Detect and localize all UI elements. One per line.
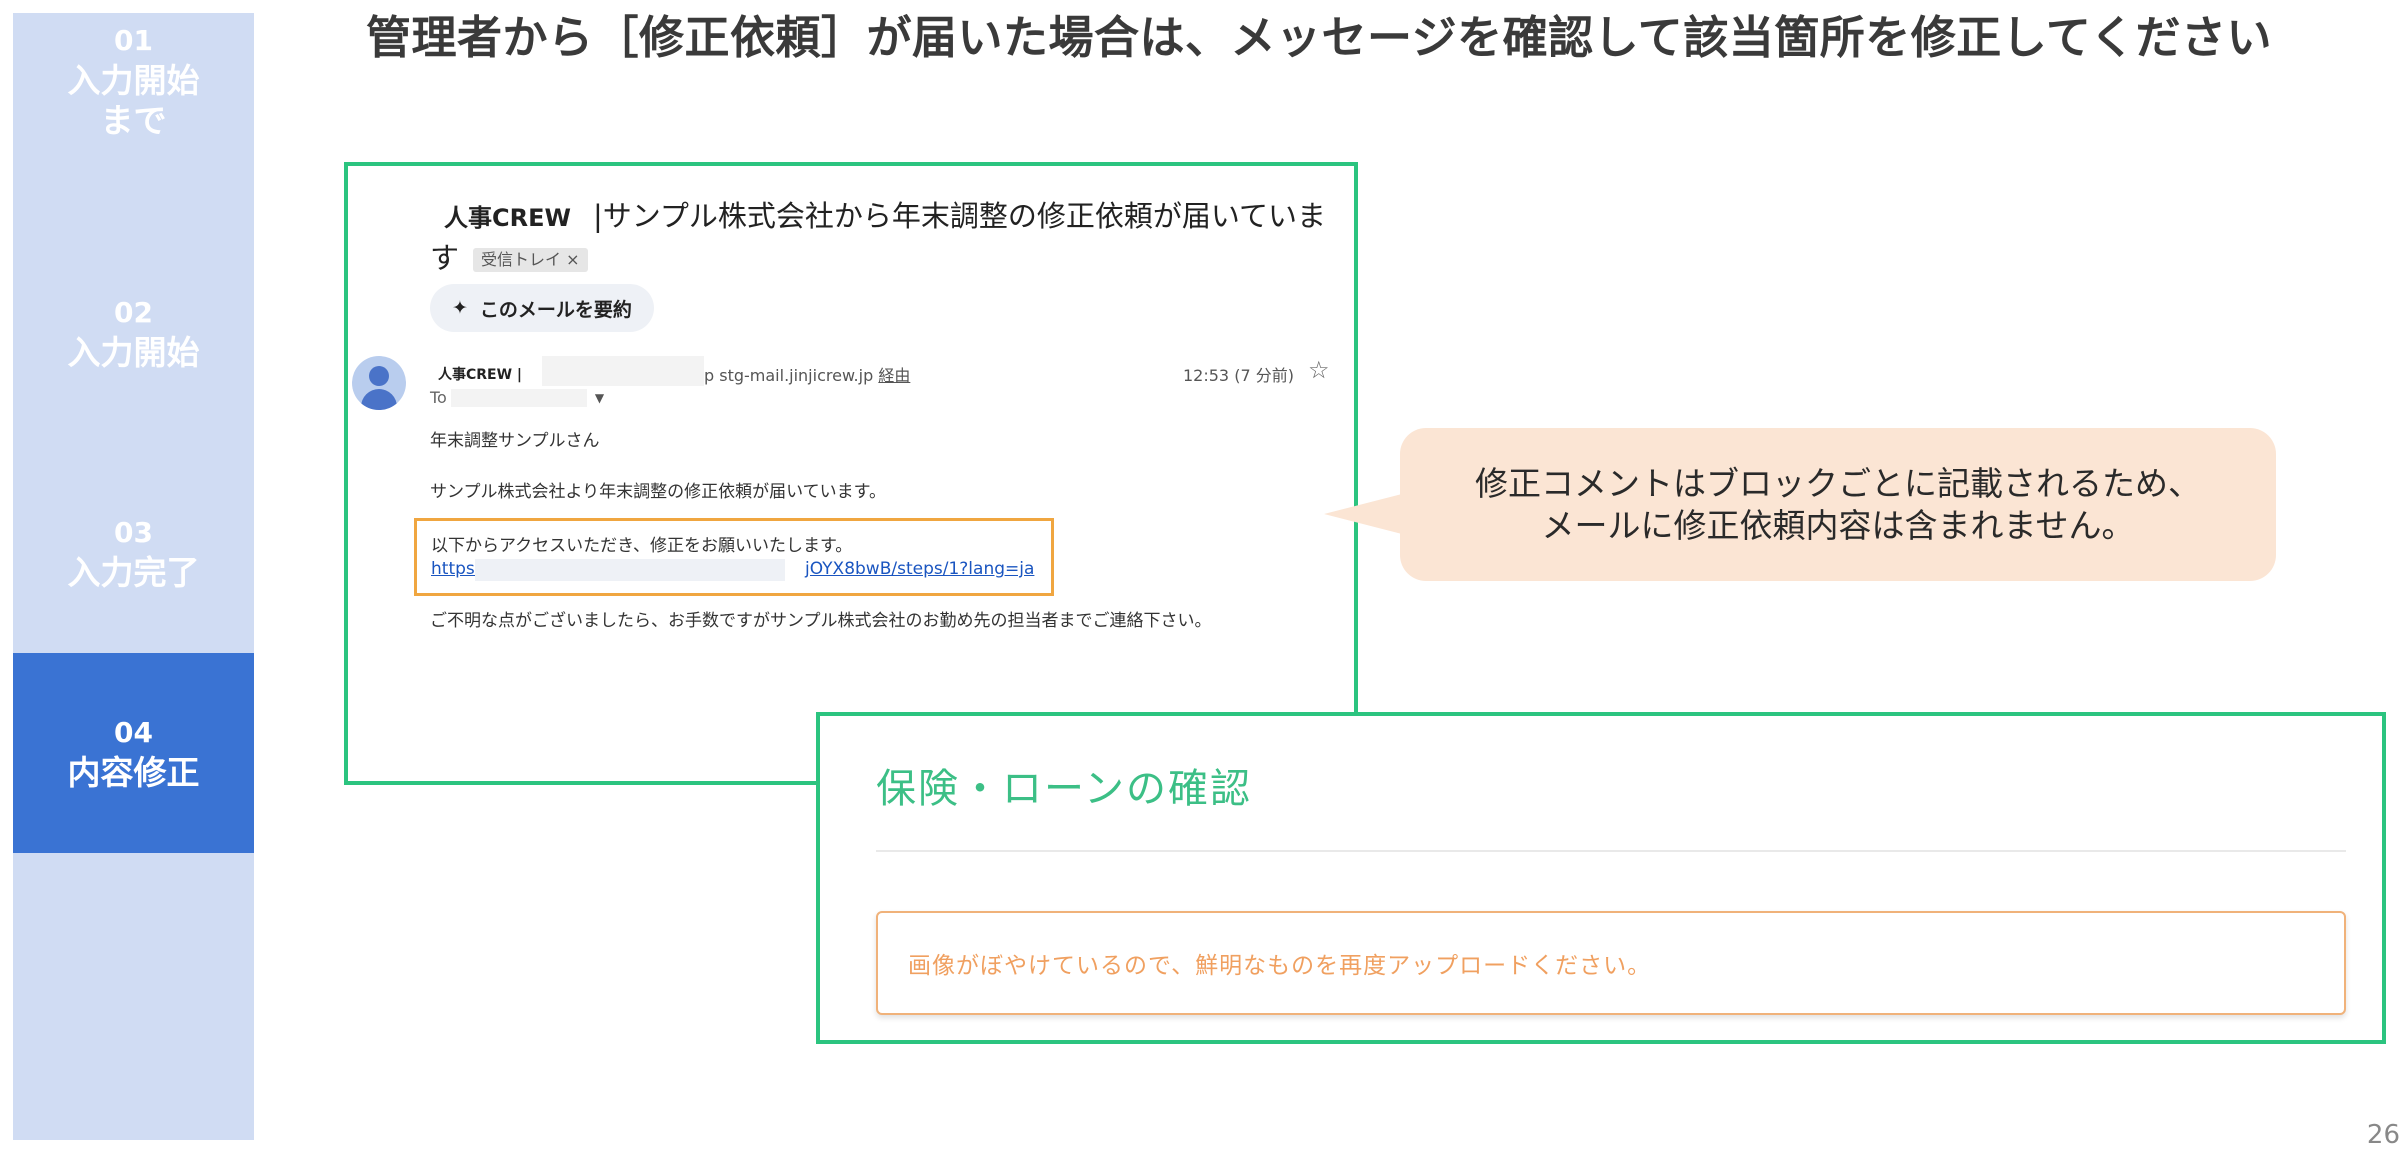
callout-line2: メールに修正依頼内容は含まれません。	[1541, 505, 2135, 545]
section-title: 保険・ローンの確認	[876, 766, 1252, 812]
step-number: 02	[114, 296, 153, 329]
inbox-badge[interactable]: 受信トレイ ×	[473, 248, 588, 272]
step-number: 01	[114, 24, 153, 57]
redacted-url	[475, 559, 785, 581]
summarize-button[interactable]: ✦ このメールを要約	[430, 284, 654, 332]
email-time: 12:53 (7 分前)	[1183, 366, 1294, 385]
via-link[interactable]: 経由	[878, 366, 910, 385]
to-line: To ▼	[430, 388, 604, 407]
step-label: 入力開始	[67, 61, 200, 100]
avatar-body-icon	[361, 389, 397, 410]
step-number: 04	[114, 716, 153, 749]
email-screenshot: 人事CREW |サンプル株式会社から年末調整の修正依頼が届いています 受信トレイ ×…	[344, 162, 1358, 785]
step-number: 03	[114, 516, 153, 549]
sender-name: 人事CREW |	[438, 367, 523, 383]
redacted-sender-address	[542, 356, 704, 386]
page-number: 26	[2366, 1120, 2400, 1150]
sparkle-icon: ✦	[452, 297, 468, 319]
step-02[interactable]: 02 入力開始	[13, 233, 254, 433]
via-domain: p stg-mail.jinjicrew.jp	[704, 366, 874, 385]
email-intro: サンプル株式会社より年末調整の修正依頼が届いています。	[430, 482, 886, 502]
step-04-active[interactable]: 04 内容修正	[13, 653, 254, 853]
summarize-label: このメールを要約	[479, 298, 632, 321]
step-sidebar: 01 入力開始 まで 02 入力開始 03 入力完了 04 内容修正	[13, 13, 254, 1140]
avatar	[352, 356, 406, 410]
link-highlight-box: 以下からアクセスいただき、修正をお願いいたします。 https:// jOYX8…	[414, 518, 1054, 596]
email-subject: 人事CREW |サンプル株式会社から年末調整の修正依頼が届いています 受信トレイ ×	[430, 196, 1350, 278]
callout-note: 修正コメントはブロックごとに記載されるため、 メールに修正依頼内容は含まれません…	[1400, 428, 2276, 581]
step-label: 入力開始	[67, 333, 200, 372]
page-title: 管理者から［修正依頼］が届いた場合は、メッセージを確認して該当箇所を修正してくだ…	[366, 11, 2273, 64]
avatar-head-icon	[369, 366, 389, 386]
email-greeting: 年末調整サンプルさん	[430, 431, 600, 451]
step-label: 入力完了	[67, 553, 200, 592]
redacted-recipient	[450, 388, 587, 407]
link-instruction: 以下からアクセスいただき、修正をお願いいたします。	[431, 536, 853, 556]
correction-comment-text: 画像がぼやけているので、鮮明なものを再度アップロードください。	[908, 953, 1652, 979]
link-url-tail[interactable]: jOYX8bwB/steps/1?lang=ja	[805, 559, 1034, 579]
sender-via: p stg-mail.jinjicrew.jp 経由	[704, 362, 910, 386]
insurance-screenshot: 保険・ローンの確認 画像がぼやけているので、鮮明なものを再度アップロードください…	[816, 712, 2386, 1044]
step-03[interactable]: 03 入力完了	[13, 453, 254, 653]
email-outro: ご不明な点がございましたら、お手数ですがサンプル株式会社のお勤め先の担当者までご…	[430, 611, 1212, 631]
callout-pointer	[1324, 494, 1402, 534]
callout-line1: 修正コメントはブロックごとに記載されるため、	[1475, 463, 2201, 503]
chevron-down-icon[interactable]: ▼	[595, 391, 604, 405]
step-01[interactable]: 01 入力開始 まで	[13, 13, 254, 213]
divider	[876, 850, 2346, 852]
correction-comment: 画像がぼやけているので、鮮明なものを再度アップロードください。	[876, 911, 2346, 1015]
subject-brand: 人事CREW	[444, 204, 571, 232]
step-label-line2: まで	[100, 101, 167, 140]
star-icon[interactable]: ☆	[1308, 356, 1330, 384]
step-label: 内容修正	[67, 753, 200, 792]
to-label: To	[430, 388, 447, 407]
